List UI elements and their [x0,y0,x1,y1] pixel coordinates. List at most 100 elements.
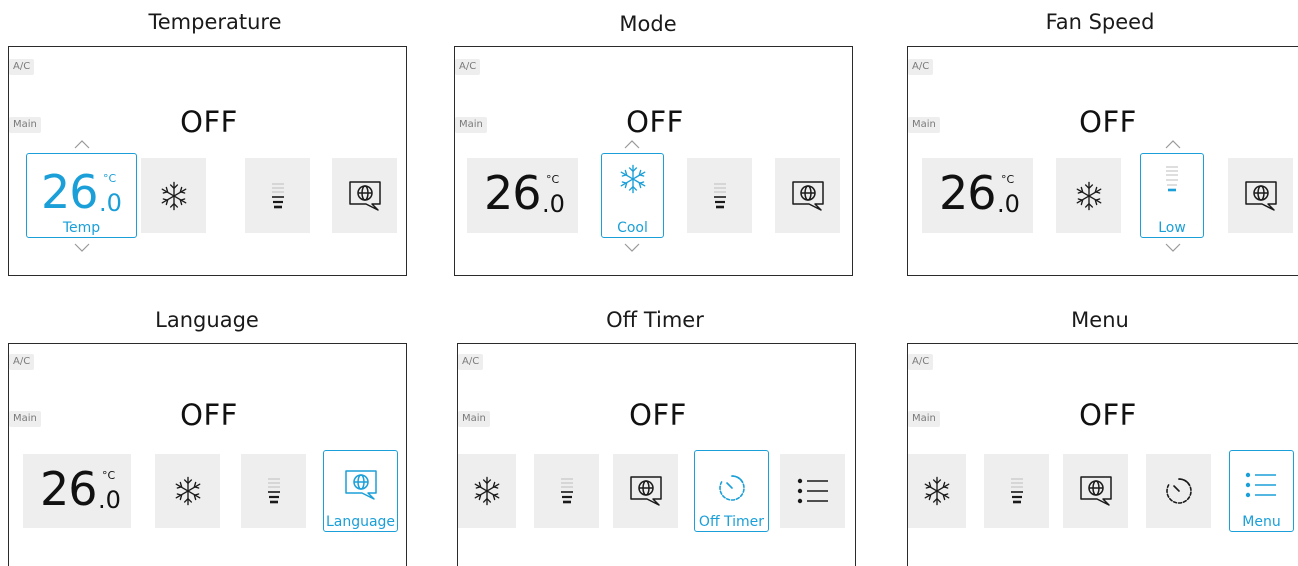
fan-tile[interactable]: Low [1140,153,1204,238]
fan-level-icon [710,181,730,211]
temp-integer: 26 [41,165,99,219]
language-tile[interactable] [1063,454,1128,528]
caption-menu: Menu [1071,308,1129,332]
caption-language: Language [155,308,259,332]
chevron-down-icon[interactable] [1165,243,1181,253]
menu-list-icon [1244,471,1278,499]
timer-tile[interactable]: Off Timer [694,450,769,532]
tile-label-temp: Temp [62,220,101,236]
ac-badge: A/C [458,354,484,370]
chevron-up-icon[interactable] [1165,139,1181,149]
mode-tile[interactable] [141,158,206,233]
tile-label-menu: Menu [1242,514,1281,530]
temp-decimal: .0 [997,190,1020,218]
fan-tile[interactable] [984,454,1049,528]
fan-level-icon [1162,164,1182,194]
main-badge[interactable]: Main [908,411,940,427]
fan-level-icon [557,476,577,506]
language-globe-icon [629,475,663,507]
snowflake-icon [470,474,504,508]
tile-label-language: Language [325,514,396,530]
temp-tile[interactable]: 26 °C .0 [23,454,131,528]
chevron-down-icon[interactable] [624,243,640,253]
fan-tile[interactable] [245,158,310,233]
panel-menu: A/C Main OFF Menu [907,343,1298,566]
ac-badge: A/C [455,59,481,75]
language-globe-icon [791,180,825,212]
panel-temperature: A/C Main OFF 26 °C .0 Temp [8,46,407,276]
caption-fan-speed: Fan Speed [1045,10,1155,34]
language-tile[interactable] [332,158,397,233]
language-tile[interactable] [775,158,840,233]
language-globe-icon [348,180,382,212]
menu-tile[interactable]: Menu [1229,450,1294,532]
timer-icon [1164,476,1194,506]
language-tile[interactable] [613,454,678,528]
power-status: OFF [180,105,238,139]
fan-tile[interactable] [241,454,306,528]
menu-tile[interactable] [780,454,845,528]
power-status: OFF [180,398,238,432]
language-globe-icon [344,469,378,501]
temp-decimal: .0 [542,190,565,218]
fan-tile[interactable] [534,454,599,528]
ac-badge: A/C [9,354,35,370]
main-badge[interactable]: Main [908,117,940,133]
mode-tile[interactable] [908,454,966,528]
mode-tile[interactable] [155,454,220,528]
fan-tile[interactable] [687,158,752,233]
snowflake-icon [171,474,205,508]
caption-off-timer: Off Timer [606,308,704,332]
language-globe-icon [1079,475,1113,507]
tile-label-timer: Off Timer [698,514,765,530]
main-badge[interactable]: Main [458,411,490,427]
menu-list-icon [796,477,830,505]
snowflake-icon [157,179,191,213]
power-status: OFF [1079,105,1137,139]
snowflake-icon [920,474,954,508]
power-status: OFF [629,398,687,432]
panel-off-timer: A/C Main OFF Off Timer [457,343,856,566]
snowflake-icon [616,162,650,196]
ac-badge: A/C [9,59,35,75]
temp-integer: 26 [484,166,542,220]
power-status: OFF [626,105,684,139]
tile-label-fan: Low [1158,220,1186,236]
panel-fan-speed: A/C Main OFF 26 °C .0 Low [907,46,1298,276]
chevron-down-icon[interactable] [74,243,90,253]
temp-unit: °C [546,173,560,186]
fan-level-icon [1007,476,1027,506]
main-badge[interactable]: Main [455,117,487,133]
language-globe-icon [1244,180,1278,212]
language-tile[interactable]: Language [323,450,398,532]
tile-label-mode: Cool [617,220,648,236]
snowflake-icon [1072,179,1106,213]
mode-tile[interactable] [458,454,516,528]
temp-tile[interactable]: 26 °C .0 [467,158,578,233]
temp-unit: °C [102,469,116,482]
main-badge[interactable]: Main [9,411,41,427]
chevron-up-icon[interactable] [74,139,90,149]
ac-badge: A/C [908,354,934,370]
language-tile[interactable] [1228,158,1293,233]
mode-tile[interactable] [1056,158,1121,233]
ac-badge: A/C [908,59,934,75]
temp-decimal: .0 [98,486,121,514]
temp-unit: °C [103,172,117,185]
chevron-up-icon[interactable] [624,139,640,149]
panel-language: A/C Main OFF 26 °C .0 Language [8,343,407,566]
temp-integer: 26 [40,462,98,516]
main-badge[interactable]: Main [9,117,41,133]
mode-tile[interactable]: Cool [601,153,664,238]
fan-level-icon [264,476,284,506]
temp-decimal: .0 [99,189,122,217]
temp-tile[interactable]: 26 °C .0 Temp [26,153,137,238]
fan-level-icon [268,181,288,211]
panel-mode: A/C Main OFF 26 °C .0 Cool [454,46,853,276]
temp-tile[interactable]: 26 °C .0 [922,158,1033,233]
caption-temperature: Temperature [148,10,282,34]
temp-integer: 26 [939,166,997,220]
temp-unit: °C [1001,173,1015,186]
timer-tile[interactable] [1146,454,1211,528]
timer-icon [717,473,747,503]
